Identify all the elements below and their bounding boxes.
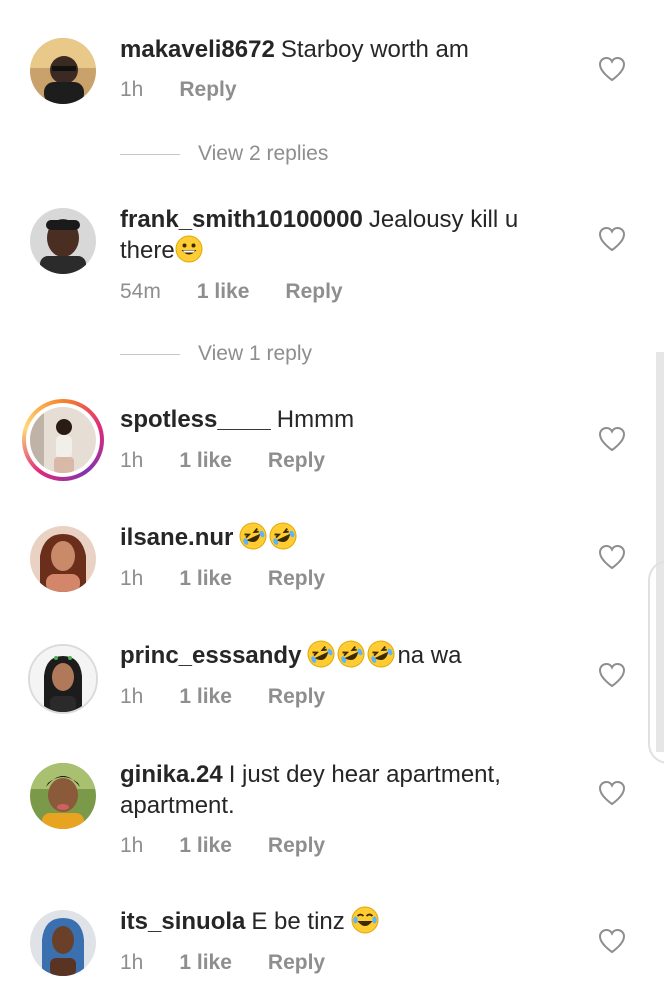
heart-icon[interactable]: [598, 780, 626, 806]
tears-of-joy-face-icon: [351, 906, 379, 934]
avatar-image: [30, 407, 96, 473]
comment-meta: 54m 1 like Reply: [120, 280, 343, 304]
avatar-image: [30, 910, 96, 976]
comment-username[interactable]: makaveli8672: [120, 36, 275, 63]
view-replies-button[interactable]: View 2 replies: [120, 142, 328, 166]
rolling-laughing-face-icon: [239, 522, 267, 550]
rolling-laughing-face-icon: [269, 522, 297, 550]
rolling-laughing-face-icon: [337, 640, 365, 668]
avatar[interactable]: [30, 763, 96, 829]
comment-time: 1h: [120, 78, 144, 101]
comment-meta: 1h 1 like Reply: [120, 685, 325, 709]
likes-count[interactable]: 1 like: [197, 280, 250, 304]
rolling-laughing-face-icon: [307, 640, 335, 668]
comment-text: Hmmm: [276, 406, 355, 433]
comment-time: 1h: [120, 685, 144, 708]
divider-line: [120, 353, 180, 355]
grinning-face-icon: [175, 235, 203, 263]
view-replies-label: View 2 replies: [198, 142, 329, 165]
avatar[interactable]: [30, 910, 96, 976]
comment-time: 54m: [120, 280, 161, 303]
comment-username[interactable]: princ_esssandy: [120, 642, 301, 669]
comment-username[interactable]: ginika.24: [120, 761, 223, 788]
comment-body: frank_smith10100000 Jealousy kill u there: [120, 204, 560, 266]
reply-button[interactable]: Reply: [268, 449, 325, 473]
edge-panel-handle[interactable]: [648, 560, 664, 764]
avatar-story-ring[interactable]: [22, 399, 104, 481]
comment-body: makaveli8672 Starboy worth am: [120, 34, 560, 65]
comment-text: Starboy worth am: [280, 36, 469, 63]
comment-body: princ_esssandy na wa: [120, 640, 560, 671]
avatar-image: [30, 208, 96, 274]
rolling-laughing-face-icon: [367, 640, 395, 668]
view-replies-button[interactable]: View 1 reply: [120, 342, 312, 366]
comment-body: ginika.24 I just dey hear apartment, apar…: [120, 759, 560, 821]
comment-body: spotless____ Hmmm: [120, 404, 560, 435]
avatar[interactable]: [30, 38, 96, 104]
heart-icon[interactable]: [598, 226, 626, 252]
heart-icon[interactable]: [598, 662, 626, 688]
reply-button[interactable]: Reply: [268, 567, 325, 591]
likes-count[interactable]: 1 like: [179, 449, 232, 473]
comment-username[interactable]: its_sinuola: [120, 908, 245, 935]
likes-count[interactable]: 1 like: [179, 951, 232, 975]
comment-text: na wa: [397, 642, 462, 669]
heart-icon[interactable]: [598, 56, 626, 82]
comment-meta: 1h Reply: [120, 78, 237, 102]
avatar[interactable]: [28, 644, 98, 714]
reply-button[interactable]: Reply: [268, 685, 325, 709]
avatar-image: [30, 763, 96, 829]
avatar-ring-gap: [26, 403, 100, 477]
comment-time: 1h: [120, 449, 144, 472]
avatar-image: [30, 646, 96, 712]
likes-count[interactable]: 1 like: [179, 567, 232, 591]
avatar[interactable]: [30, 208, 96, 274]
comment-time: 1h: [120, 951, 144, 974]
reply-button[interactable]: Reply: [179, 78, 236, 102]
avatar-image: [30, 38, 96, 104]
comment-body: its_sinuola E be tinz: [120, 906, 560, 937]
avatar[interactable]: [30, 526, 96, 592]
comment-meta: 1h 1 like Reply: [120, 951, 325, 975]
view-replies-label: View 1 reply: [198, 342, 313, 365]
reply-button[interactable]: Reply: [268, 951, 325, 975]
heart-icon[interactable]: [598, 928, 626, 954]
comment-meta: 1h 1 like Reply: [120, 449, 325, 473]
comment-meta: 1h 1 like Reply: [120, 567, 325, 591]
comment-body: ilsane.nur: [120, 522, 560, 553]
comment-meta: 1h 1 like Reply: [120, 834, 325, 858]
likes-count[interactable]: 1 like: [179, 834, 232, 858]
heart-icon[interactable]: [598, 426, 626, 452]
reply-button[interactable]: Reply: [285, 280, 342, 304]
likes-count[interactable]: 1 like: [179, 685, 232, 709]
heart-icon[interactable]: [598, 544, 626, 570]
comment-username[interactable]: frank_smith10100000: [120, 206, 363, 233]
divider-line: [120, 153, 180, 155]
comment-time: 1h: [120, 567, 144, 590]
comment-text: E be tinz: [251, 908, 345, 935]
avatar-image: [30, 526, 96, 592]
comment-time: 1h: [120, 834, 144, 857]
comment-username[interactable]: ilsane.nur: [120, 524, 233, 551]
reply-button[interactable]: Reply: [268, 834, 325, 858]
comment-username[interactable]: spotless____: [120, 406, 271, 433]
